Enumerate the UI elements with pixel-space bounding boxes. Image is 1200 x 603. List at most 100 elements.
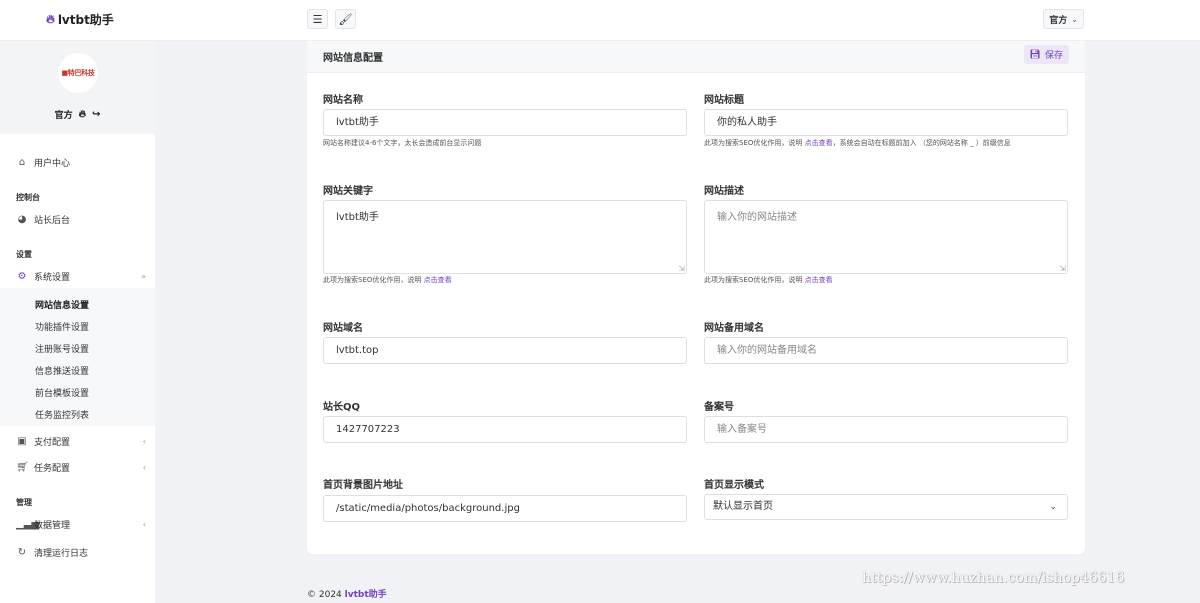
description-textarea[interactable]: 输入你的网站描述 ⇲ (704, 200, 1068, 274)
site-name-input[interactable]: lvtbt助手 (323, 109, 687, 136)
help-text-post: ，系统会自动在标题前加入 （您的网站名称 _ ）前缀信息 (832, 139, 1011, 147)
chevron-left-icon: ‹ (142, 463, 146, 472)
watermark: https://www.huzhan.com/ishop46616 (862, 570, 1125, 586)
dashboard-icon: ◕ (17, 214, 27, 225)
submenu-item-site-info[interactable]: 网站信息设置 (35, 298, 89, 311)
keywords-label: 网站关键字 (323, 186, 373, 197)
logout-icon[interactable]: ↪ (92, 109, 100, 120)
chevron-double-down-icon: » (141, 272, 146, 281)
brush-icon: 🖌︎ (338, 12, 353, 26)
profile-name: 官方 (54, 111, 73, 121)
save-button[interactable]: 💾︎ 保存 (1023, 45, 1069, 64)
help-text: 此项为搜索SEO优化作用，说明 (704, 276, 803, 284)
top-bar: 🔥︎ lvtbt助手 ☰ 🖌︎ 官方 ⌄ (0, 0, 1200, 41)
floppy-icon: 💾︎ (1029, 49, 1041, 60)
submenu-item-plugins[interactable]: 功能插件设置 (35, 320, 89, 333)
copyright: © 2024 (307, 590, 342, 600)
footer: © 2024 lvtbt助手 (307, 587, 387, 600)
section-label-settings: 设置 (16, 250, 32, 259)
description-placeholder: 输入你的网站描述 (717, 212, 797, 223)
hamburger-icon: ☰ (312, 12, 323, 26)
save-button-label: 保存 (1044, 51, 1063, 61)
sidebar-item-label: 清理运行日志 (34, 549, 89, 559)
help-link[interactable]: 点击查看 (805, 276, 833, 284)
sidebar-item-clear-logs[interactable]: ↻ 清理运行日志 (16, 546, 146, 559)
app-brand[interactable]: 🔥︎ lvtbt助手 (46, 11, 114, 28)
bar-chart-icon: ▁▃▅ (16, 519, 40, 530)
bg-image-label: 首页背景图片地址 (323, 480, 403, 491)
domain-input[interactable]: lvtbt.top (323, 337, 687, 364)
help-link[interactable]: 点击查看 (805, 139, 833, 147)
card-title: 网站信息配置 (323, 53, 383, 64)
sidebar-item-label: 任务配置 (34, 464, 71, 474)
footer-brand-link[interactable]: lvtbt助手 (345, 590, 387, 600)
icp-label: 备案号 (704, 402, 734, 413)
display-mode-value: 默认显示首页 (713, 501, 773, 512)
site-title-help: 此项为搜索SEO优化作用，说明 点击查看，系统会自动在标题前加入 （您的网站名称… (704, 138, 1011, 148)
bg-image-input[interactable]: /static/media/photos/background.jpg (323, 495, 687, 522)
cash-icon: ▣ (17, 436, 27, 447)
sidebar-item-tasks[interactable]: 🛒︎ 任务配置 ‹ (16, 461, 146, 474)
profile-panel: ■特巴科技 官方 🔥︎ ↪ (0, 41, 155, 134)
submenu-item-push[interactable]: 信息推送设置 (35, 364, 89, 377)
sidebar-item-label: 支付配置 (34, 438, 71, 448)
icp-input[interactable]: 输入备案号 (704, 416, 1068, 443)
description-label: 网站描述 (704, 186, 744, 197)
sidebar-item-label: 数据管理 (34, 521, 71, 531)
chevron-left-icon: ‹ (142, 437, 146, 446)
keywords-value: lvtbt助手 (336, 212, 379, 223)
chevron-down-icon: ⌄ (1071, 14, 1078, 24)
sidebar-item-payment[interactable]: ▣ 支付配置 ‹ (16, 435, 146, 448)
flame-icon: 🔥︎ (46, 12, 55, 26)
loading-icon: ↻ (17, 547, 27, 558)
domain-label: 网站域名 (323, 323, 363, 334)
site-info-card: 网站信息配置 💾︎ 保存 网站名称 lvtbt助手 网站名称建议4-6个文字，太… (307, 41, 1085, 554)
display-mode-select[interactable]: 默认显示首页 ⌄ (704, 494, 1068, 520)
submenu-item-registration[interactable]: 注册账号设置 (35, 342, 89, 355)
home-icon: ⌂ (18, 157, 26, 168)
sidebar: ■特巴科技 官方 🔥︎ ↪ ⌂ 用户中心 控制台 ◕ 站长后台 设置 ⚙ 系统设… (0, 41, 155, 603)
qq-input[interactable]: 1427707223 (323, 416, 687, 443)
gear-icon: ⚙ (17, 271, 27, 282)
display-mode-label: 首页显示模式 (704, 480, 764, 491)
submenu-item-task-monitor[interactable]: 任务监控列表 (35, 408, 89, 421)
submenu-item-template[interactable]: 前台模板设置 (35, 386, 89, 399)
sidebar-item-admin-backend[interactable]: ◕ 站长后台 (16, 213, 146, 226)
chevron-left-icon: ‹ (142, 520, 146, 529)
backup-domain-input[interactable]: 输入你的网站备用域名 (704, 337, 1068, 364)
cart-icon: 🛒︎ (16, 462, 29, 473)
sidebar-item-user-center[interactable]: ⌂ 用户中心 (16, 156, 146, 169)
keywords-help: 此项为搜索SEO优化作用，说明 点击查看 (323, 275, 452, 285)
card-header: 网站信息配置 💾︎ 保存 (307, 41, 1085, 73)
site-name-label: 网站名称 (323, 95, 363, 106)
chevron-down-icon: ⌄ (1049, 502, 1057, 512)
fire-icon[interactable]: 🔥︎ (79, 109, 86, 120)
site-name-help: 网站名称建议4-6个文字，太长会造成前台显示问题 (323, 139, 482, 147)
app-name: lvtbt助手 (57, 13, 114, 27)
sidebar-item-system-settings[interactable]: ⚙ 系统设置 » (16, 270, 146, 283)
avatar[interactable]: ■特巴科技 (58, 53, 98, 93)
backup-domain-label: 网站备用域名 (704, 323, 764, 334)
help-text: 此项为搜索SEO优化作用，说明 (704, 139, 803, 147)
site-title-input[interactable]: 你的私人助手 (704, 109, 1068, 136)
profile-row: 官方 🔥︎ ↪ (0, 108, 155, 121)
help-link[interactable]: 点击查看 (424, 276, 452, 284)
sidebar-item-data-manage[interactable]: ▁▃▅ 数据管理 ‹ (16, 518, 146, 531)
sidebar-item-label: 系统设置 (34, 273, 71, 283)
user-dropdown-label: 官方 (1049, 15, 1068, 26)
sidebar-item-label: 用户中心 (34, 159, 71, 169)
section-label-manage: 管理 (16, 498, 32, 507)
site-title-label: 网站标题 (704, 95, 744, 106)
resize-grip-icon[interactable]: ⇲ (1059, 264, 1066, 273)
help-text: 此项为搜索SEO优化作用，说明 (323, 276, 422, 284)
avatar-logo: ■特巴科技 (61, 69, 95, 77)
keywords-textarea[interactable]: lvtbt助手 ⇲ (323, 200, 687, 274)
description-help: 此项为搜索SEO优化作用，说明 点击查看 (704, 275, 833, 285)
resize-grip-icon[interactable]: ⇲ (678, 264, 685, 273)
section-label-console: 控制台 (16, 193, 40, 202)
sidebar-item-label: 站长后台 (34, 216, 71, 226)
theme-button[interactable]: 🖌︎ (335, 9, 356, 29)
user-dropdown[interactable]: 官方 ⌄ (1043, 9, 1084, 29)
qq-label: 站长QQ (323, 402, 361, 413)
menu-toggle-button[interactable]: ☰ (307, 9, 328, 29)
